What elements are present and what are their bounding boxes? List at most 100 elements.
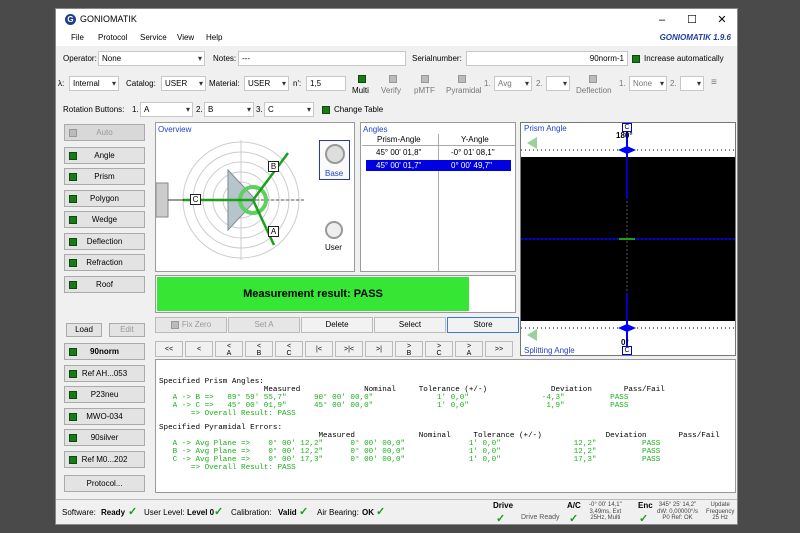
set-a-button[interactable]: Set A bbox=[228, 317, 300, 333]
refraction-button[interactable]: Refraction bbox=[64, 254, 145, 271]
prism-button[interactable]: Prism bbox=[64, 168, 145, 185]
pmtf-button[interactable]: pMTF bbox=[414, 86, 435, 95]
menu-view[interactable]: View bbox=[177, 33, 194, 42]
rotation-2-select[interactable]: B bbox=[204, 102, 254, 117]
maximize-button[interactable]: ☐ bbox=[678, 12, 706, 28]
material-select[interactable]: USER bbox=[244, 76, 289, 91]
def-1-label: 1. bbox=[619, 79, 626, 88]
report-line: => Overall Result: PASS bbox=[159, 464, 296, 472]
report-line: => Overall Result: PASS bbox=[159, 410, 296, 418]
nav-prev-button[interactable]: < bbox=[185, 341, 213, 357]
def-none-select[interactable]: None bbox=[629, 76, 667, 91]
nav-prev-b-button[interactable]: < B bbox=[245, 341, 273, 357]
serial-label: Serialnumber: bbox=[412, 54, 462, 63]
preset-p23neu[interactable]: P23neu bbox=[64, 386, 145, 403]
software-check-icon: ✓ bbox=[128, 506, 138, 518]
menu-help[interactable]: Help bbox=[206, 33, 222, 42]
operator-label: Operator: bbox=[63, 54, 97, 63]
rot-1-label: 1. bbox=[132, 105, 139, 114]
menu-protocol[interactable]: Protocol bbox=[98, 33, 127, 42]
settings-row: λ: Internal Catalog: USER Material: USER… bbox=[56, 72, 737, 100]
preset-mwo-034[interactable]: MWO-034 bbox=[64, 408, 145, 425]
pyr-1-label: 1. bbox=[484, 79, 491, 88]
def-2-select[interactable] bbox=[680, 76, 704, 91]
user-icon[interactable] bbox=[325, 221, 343, 239]
prism-angle-label: Prism Angle bbox=[524, 124, 567, 133]
nav-last-button[interactable]: >> bbox=[485, 341, 513, 357]
operator-row: Operator: None Notes: --- Serialnumber: … bbox=[56, 49, 737, 71]
rotation-3-select[interactable]: C bbox=[264, 102, 314, 117]
enc-info: 345° 25' 14,2" dW: 0,00000°/s P0 Ref: OK bbox=[657, 502, 698, 521]
operator-select[interactable]: None bbox=[98, 51, 205, 66]
nav-prev-c-button[interactable]: < C bbox=[275, 341, 303, 357]
rotation-row: Rotation Buttons: 1. A 2. B 3. C Change … bbox=[56, 100, 737, 122]
auto-button[interactable]: Auto bbox=[64, 124, 145, 141]
load-button[interactable]: Load bbox=[66, 323, 102, 337]
n-label: n': bbox=[293, 79, 302, 88]
pyr-2-label: 2. bbox=[536, 79, 543, 88]
nav-start-button[interactable]: |< bbox=[305, 341, 333, 357]
preset-90silver[interactable]: 90silver bbox=[64, 429, 145, 446]
store-button[interactable]: Store bbox=[447, 317, 519, 333]
nav-next-a-button[interactable]: > A bbox=[455, 341, 483, 357]
polygon-button[interactable]: Polygon bbox=[64, 190, 145, 207]
nav-center-button[interactable]: >|< bbox=[335, 341, 363, 357]
scope-degree-top: 180° bbox=[616, 131, 633, 140]
multi-button[interactable]: Multi bbox=[352, 86, 369, 95]
catalog-select[interactable]: USER bbox=[161, 76, 206, 91]
roof-button[interactable]: Roof bbox=[64, 276, 145, 293]
n-field[interactable]: 1,5 bbox=[306, 76, 346, 91]
face-b-label: B bbox=[268, 161, 279, 172]
wedge-button[interactable]: Wedge bbox=[64, 211, 145, 228]
material-label: Material: bbox=[209, 79, 240, 88]
pyr-avg-select[interactable]: Avg bbox=[494, 76, 532, 91]
notes-field[interactable]: --- bbox=[238, 51, 406, 66]
change-table-checkbox[interactable] bbox=[322, 106, 330, 114]
pmtf-icon bbox=[421, 75, 429, 83]
close-button[interactable]: ✕ bbox=[708, 12, 736, 28]
pyr-2-select[interactable] bbox=[546, 76, 570, 91]
select-button[interactable]: Select bbox=[374, 317, 446, 333]
drive-ready-text: Drive Ready bbox=[521, 514, 560, 521]
increase-checkbox[interactable] bbox=[632, 55, 640, 63]
delete-button[interactable]: Delete bbox=[301, 317, 373, 333]
preset-ref-ah[interactable]: Ref AH...053 bbox=[64, 365, 145, 382]
serial-field[interactable]: 90norm-1 bbox=[466, 51, 628, 66]
nav-prev-a-button[interactable]: < A bbox=[215, 341, 243, 357]
table-row-selected[interactable]: 45° 00' 01,7" 0° 00' 49,7" bbox=[366, 160, 511, 171]
userlevel-label: User Level: bbox=[144, 508, 185, 517]
deflection-mode-button[interactable]: Deflection bbox=[64, 233, 145, 250]
nav-end-button[interactable]: >| bbox=[365, 341, 393, 357]
preset-90norm[interactable]: 90norm bbox=[64, 343, 145, 360]
menu-file[interactable]: File bbox=[71, 33, 84, 42]
base-button[interactable]: Base bbox=[319, 140, 350, 180]
nav-first-button[interactable]: << bbox=[155, 341, 183, 357]
nav-next-b-button[interactable]: > B bbox=[395, 341, 423, 357]
increase-label: Increase automatically bbox=[644, 54, 724, 63]
edit-button[interactable]: Edit bbox=[109, 323, 145, 337]
report-panel: Specified Prism Angles: Measured Nominal… bbox=[155, 359, 736, 493]
ac-check-icon: ✓ bbox=[569, 513, 579, 525]
preset-ref-m0[interactable]: Ref M0...202 bbox=[64, 451, 145, 468]
verify-button[interactable]: Verify bbox=[381, 86, 401, 95]
table-row[interactable]: 45° 00' 01,8" -0° 01' 08,1" bbox=[361, 147, 515, 158]
filter-icon[interactable]: ≡ bbox=[711, 77, 717, 88]
result-box: Measurement result: PASS bbox=[155, 275, 516, 313]
air-bearing-status: OK bbox=[362, 508, 374, 517]
angle-button[interactable]: Angle bbox=[64, 147, 145, 164]
calibration-label: Calibration: bbox=[231, 508, 272, 517]
report-line: C -> Avg Plane => 0° 00' 17,3" 0° 00' 00… bbox=[159, 456, 661, 464]
rot-3-label: 3. bbox=[256, 105, 263, 114]
nav-next-c-button[interactable]: > C bbox=[425, 341, 453, 357]
pyramidal-button[interactable]: Pyramidal bbox=[446, 86, 482, 95]
minimize-button[interactable]: – bbox=[648, 12, 676, 28]
base-icon bbox=[325, 144, 345, 164]
deflection-button[interactable]: Deflection bbox=[576, 86, 612, 95]
notes-label: Notes: bbox=[213, 54, 237, 63]
menu-service[interactable]: Service bbox=[140, 33, 167, 42]
fix-zero-button[interactable]: Fix Zero bbox=[155, 317, 227, 333]
rotation-1-select[interactable]: A bbox=[140, 102, 193, 117]
protocol-button[interactable]: Protocol... bbox=[64, 475, 145, 492]
lambda-select[interactable]: Internal bbox=[69, 76, 119, 91]
air-bearing-label: Air Bearing: bbox=[317, 508, 359, 517]
